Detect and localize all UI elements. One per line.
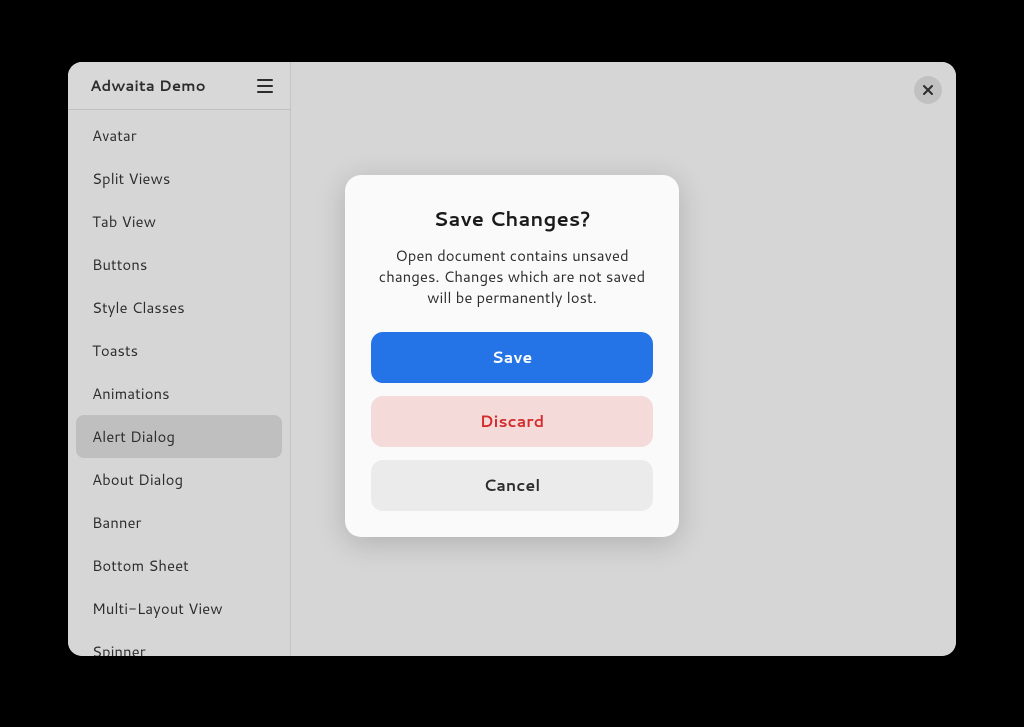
sidebar-item-label: Multi-Layout View (92, 598, 223, 619)
sidebar-item-buttons[interactable]: Buttons (76, 243, 282, 286)
sidebar-header: Adwaita Demo (68, 62, 290, 110)
sidebar-item-label: Banner (92, 512, 141, 533)
discard-button[interactable]: Discard (371, 396, 653, 447)
sidebar-item-label: Style Classes (92, 297, 185, 318)
sidebar-item-label: Bottom Sheet (92, 555, 189, 576)
sidebar-item-avatar[interactable]: Avatar (76, 114, 282, 157)
sidebar-item-label: Animations (92, 383, 170, 404)
sidebar-list[interactable]: Avatar Split Views Tab View Buttons Style Cl… (68, 110, 290, 656)
sidebar-item-spinner[interactable]: Spinner (76, 630, 282, 656)
close-icon (922, 80, 934, 101)
dialog-title: Save Changes? (371, 205, 653, 233)
sidebar-item-label: Split Views (92, 168, 170, 189)
cancel-button[interactable]: Cancel (371, 460, 653, 511)
sidebar-item-about-dialog[interactable]: About Dialog (76, 458, 282, 501)
sidebar-item-label: Alert Dialog (92, 426, 175, 447)
hamburger-icon (257, 79, 273, 93)
sidebar-item-bottom-sheet[interactable]: Bottom Sheet (76, 544, 282, 587)
save-button[interactable]: Save (371, 332, 653, 383)
close-button[interactable] (914, 76, 942, 104)
sidebar-item-animations[interactable]: Animations (76, 372, 282, 415)
sidebar-item-style-classes[interactable]: Style Classes (76, 286, 282, 329)
sidebar-item-label: Toasts (92, 340, 138, 361)
sidebar-item-label: About Dialog (92, 469, 183, 490)
menu-button[interactable] (252, 73, 278, 99)
sidebar-item-multi-layout-view[interactable]: Multi-Layout View (76, 587, 282, 630)
sidebar-item-alert-dialog[interactable]: Alert Dialog (76, 415, 282, 458)
sidebar-item-label: Tab View (92, 211, 156, 232)
sidebar-item-banner[interactable]: Banner (76, 501, 282, 544)
alert-dialog: Save Changes? Open document contains uns… (345, 175, 679, 537)
dialog-message: Open document contains unsaved changes. … (371, 245, 653, 308)
app-title: Adwaita Demo (90, 75, 206, 96)
sidebar-item-toasts[interactable]: Toasts (76, 329, 282, 372)
sidebar-item-label: Avatar (92, 125, 137, 146)
sidebar-item-tab-view[interactable]: Tab View (76, 200, 282, 243)
sidebar: Adwaita Demo Avatar Split Views Tab View Bu… (68, 62, 291, 656)
sidebar-item-label: Buttons (92, 254, 147, 275)
sidebar-item-split-views[interactable]: Split Views (76, 157, 282, 200)
sidebar-item-label: Spinner (92, 641, 146, 656)
